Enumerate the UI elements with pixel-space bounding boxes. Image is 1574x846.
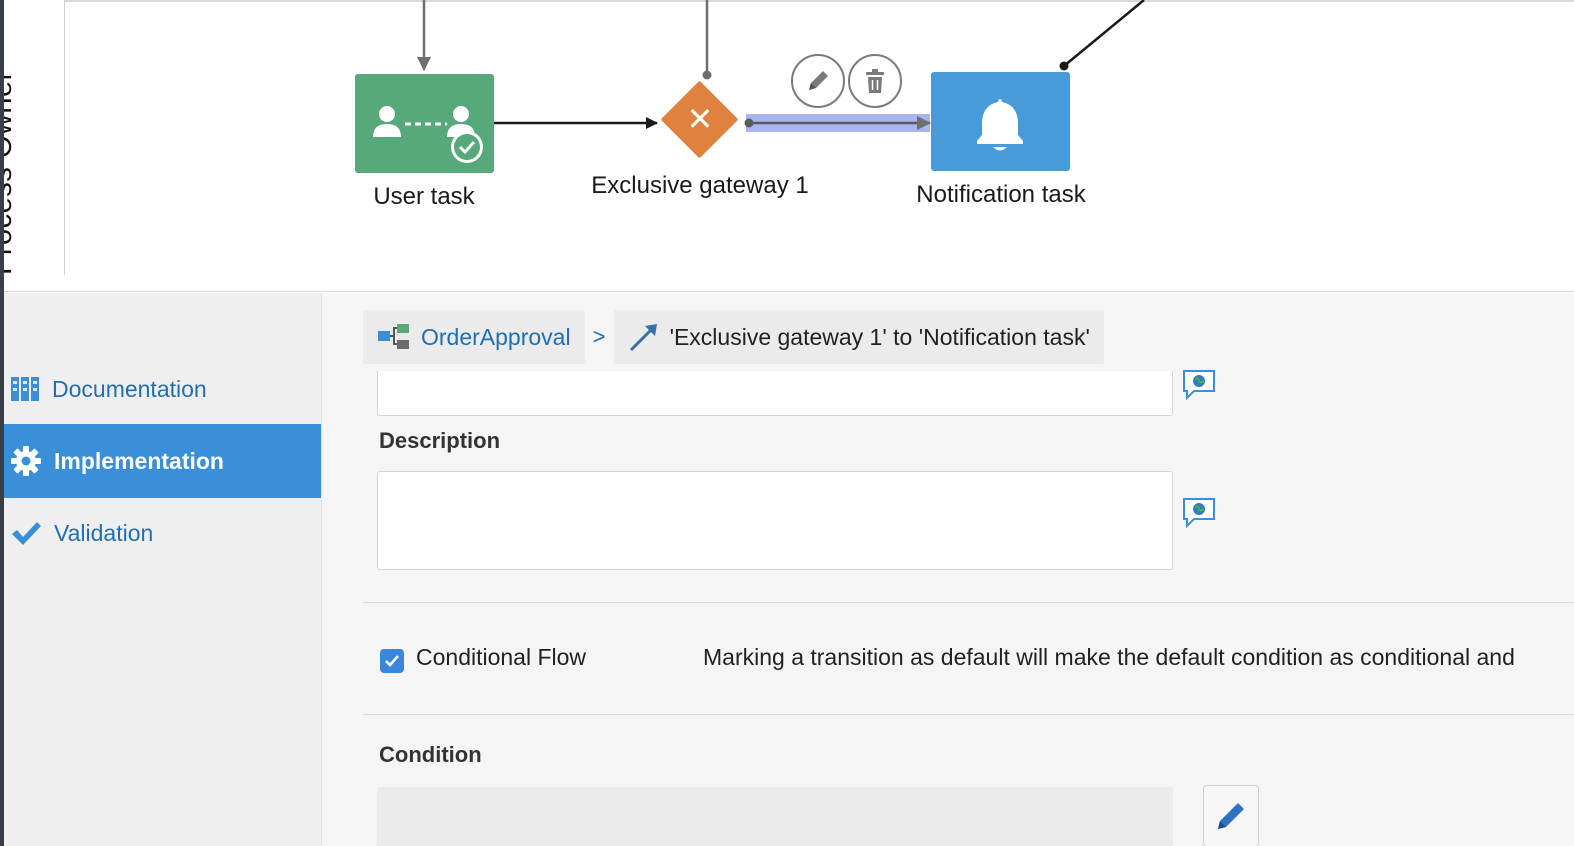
breadcrumb-process[interactable]: OrderApproval — [363, 310, 585, 364]
notification-task-label: Notification task — [916, 181, 1086, 208]
translation-icon[interactable] — [1182, 369, 1216, 401]
sequence-flows — [417, 0, 1145, 132]
divider — [363, 714, 1574, 715]
documentation-icon — [11, 377, 39, 401]
flow-out-of-notification-start — [1059, 61, 1069, 71]
description-label: Description — [379, 428, 501, 453]
flow-out-of-notification[interactable] — [1063, 0, 1145, 67]
checkmark-icon — [385, 655, 399, 667]
sidebar-item-documentation[interactable]: Documentation — [4, 352, 321, 426]
conditional-flow-checkbox[interactable] — [380, 649, 404, 673]
conditional-flow-help-text: Marking a transition as default will mak… — [703, 644, 1515, 670]
process-canvas[interactable]: Process Owner User task ✕ Exclusive gate… — [4, 0, 1574, 292]
sidebar-item-label: Documentation — [52, 375, 207, 402]
trash-icon — [866, 69, 884, 93]
description-field[interactable] — [377, 471, 1173, 570]
selected-flow-start-handle[interactable] — [744, 118, 754, 128]
properties-sidebar: Documentation Implementation Validation — [4, 293, 322, 846]
breadcrumb-current: 'Exclusive gateway 1' to 'Notification t… — [613, 310, 1104, 364]
gateway-x-icon: ✕ — [686, 101, 714, 137]
name-field[interactable] — [377, 371, 1173, 416]
user-task-label: User task — [373, 183, 475, 210]
gear-icon — [11, 446, 41, 476]
conditional-flow-label: Conditional Flow — [416, 644, 587, 670]
edit-condition-button[interactable] — [1203, 785, 1259, 846]
divider — [363, 602, 1574, 603]
breadcrumb-process-label: OrderApproval — [421, 323, 571, 350]
delete-flow-button[interactable] — [848, 54, 902, 108]
gateway-label: Exclusive gateway 1 — [591, 172, 809, 199]
breadcrumb-separator: > — [592, 324, 606, 349]
pencil-icon — [1218, 803, 1244, 829]
sidebar-item-label: Implementation — [54, 447, 224, 474]
notification-task-node[interactable] — [931, 72, 1070, 171]
properties-panel: Documentation Implementation Validation … — [4, 293, 1574, 846]
breadcrumb: OrderApproval > 'Exclusive gateway 1' to… — [363, 310, 1104, 364]
sidebar-item-label: Validation — [54, 519, 154, 546]
user-task-icon — [373, 106, 483, 163]
bell-icon — [977, 99, 1023, 151]
properties-content: OrderApproval > 'Exclusive gateway 1' to… — [322, 293, 1574, 846]
process-icon — [378, 324, 409, 349]
condition-label: Condition — [379, 742, 482, 767]
edit-flow-button[interactable] — [791, 54, 845, 108]
checkmark-icon — [12, 522, 41, 545]
flow-into-gateway-end — [702, 70, 712, 80]
breadcrumb-current-label: 'Exclusive gateway 1' to 'Notification t… — [669, 323, 1090, 350]
user-task-node[interactable] — [355, 74, 494, 173]
pencil-icon — [809, 71, 828, 90]
translation-icon[interactable] — [1182, 497, 1216, 529]
sidebar-item-implementation[interactable]: Implementation — [4, 424, 321, 498]
sidebar-item-validation[interactable]: Validation — [4, 496, 321, 570]
sequence-flow-icon — [629, 324, 657, 352]
condition-field[interactable] — [377, 787, 1173, 846]
